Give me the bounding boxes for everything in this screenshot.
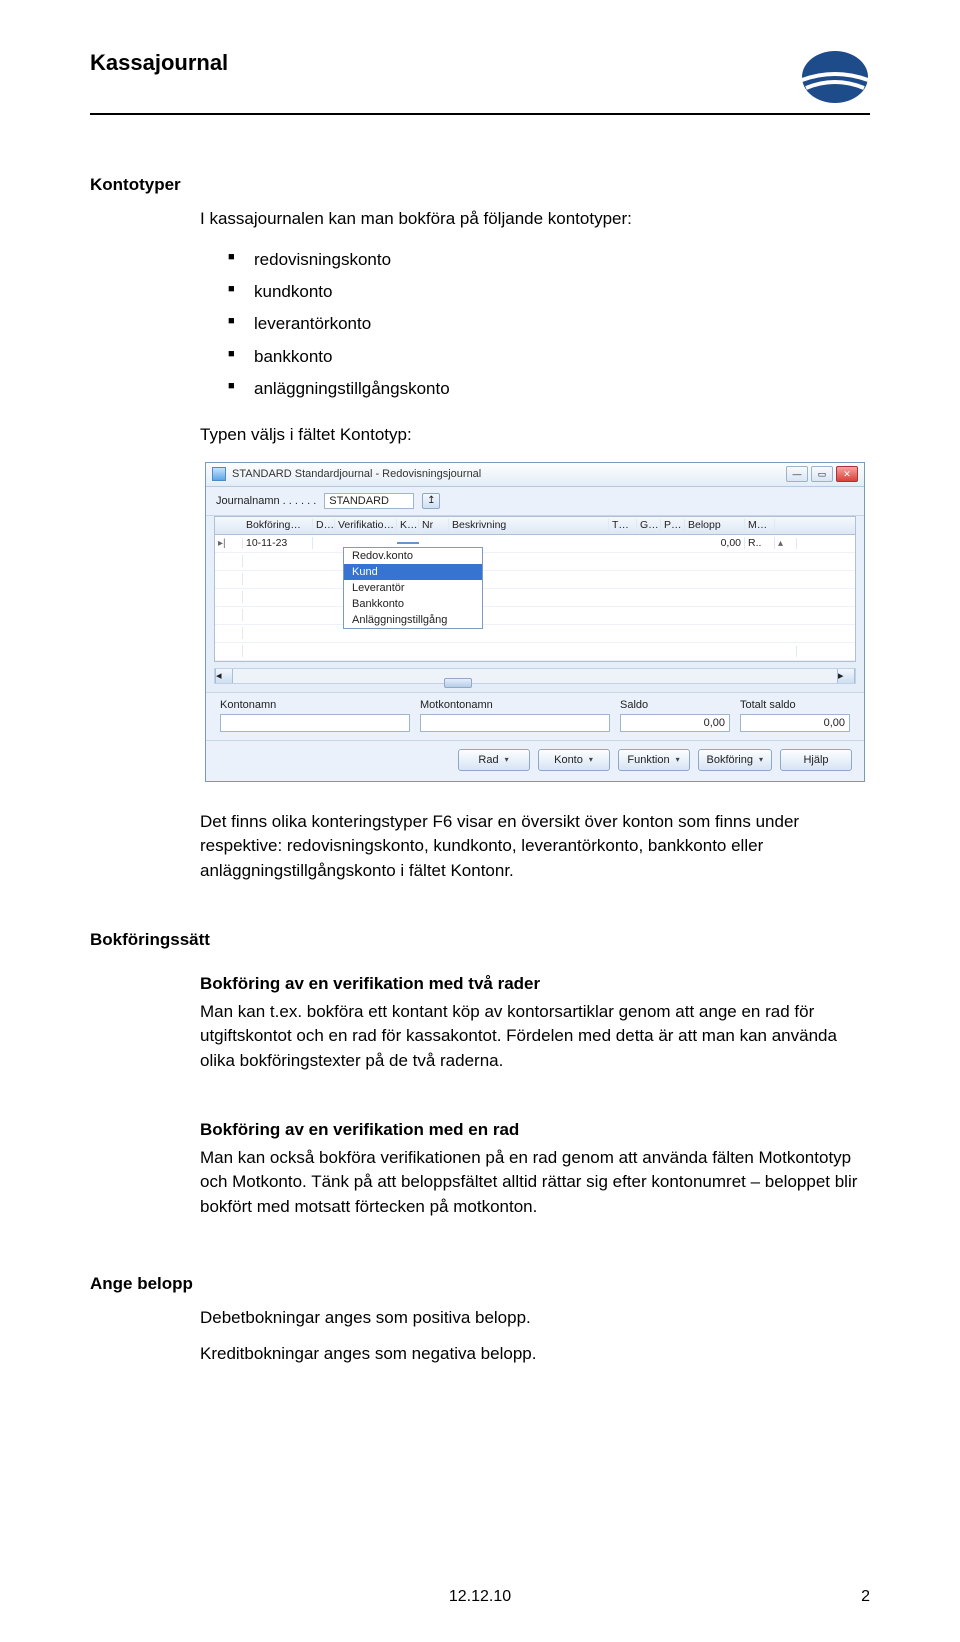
list-item: kundkonto	[228, 276, 870, 308]
journalnamn-input[interactable]: STANDARD	[324, 493, 414, 509]
list-item: bankkonto	[228, 341, 870, 373]
bokforing-button[interactable]: Bokföring▾	[698, 749, 773, 771]
horizontal-scrollbar[interactable]: ◂ ▸	[214, 668, 856, 684]
scroll-up-icon[interactable]: ▴	[775, 538, 797, 549]
app-window: STANDARD Standardjournal - Redovisningsj…	[205, 462, 865, 782]
chevron-down-icon: ▾	[759, 755, 763, 764]
dropdown-option[interactable]: Anläggningstillgång	[344, 612, 482, 628]
cell-date[interactable]: 10-11-23	[243, 537, 313, 549]
scroll-handle[interactable]	[444, 678, 472, 688]
totalt-saldo-value: 0,00	[740, 714, 850, 732]
table-row[interactable]: .	[215, 571, 855, 589]
konto-button[interactable]: Konto▾	[538, 749, 610, 771]
company-logo	[800, 50, 870, 105]
totalt-saldo-label: Totalt saldo	[740, 699, 850, 711]
page-number: 2	[861, 1588, 870, 1606]
funktion-button[interactable]: Funktion▾	[618, 749, 690, 771]
heading-ange-belopp: Ange belopp	[90, 1274, 870, 1294]
intro-text: I kassajournalen kan man bokföra på följ…	[200, 207, 870, 232]
debet-text: Debetbokningar anges som positiva belopp…	[200, 1306, 870, 1331]
list-item: leverantörkonto	[228, 308, 870, 340]
scroll-right-icon[interactable]: ▸	[837, 669, 855, 683]
table-row[interactable]: ▸| 10-11-23 0,00 R.. ▴	[215, 535, 855, 553]
kontotyp-cell[interactable]	[397, 542, 419, 544]
rad-button[interactable]: Rad▾	[458, 749, 530, 771]
after-list-text: Typen väljs i fältet Kontotyp:	[200, 423, 870, 448]
heading-bokforingssatt: Bokföringssätt	[90, 930, 870, 950]
page-header: Kassajournal	[90, 50, 870, 115]
minimize-button[interactable]: —	[786, 466, 808, 482]
two-rows-text: Man kan t.ex. bokföra ett kontant köp av…	[200, 1000, 870, 1074]
window-icon	[212, 467, 226, 481]
one-row-text: Man kan också bokföra verifikationen på …	[200, 1146, 870, 1220]
lookup-button[interactable]: ↥	[422, 493, 440, 509]
grid-header: Bokföring… D… Verifikatio… K… Nr Beskriv…	[215, 517, 855, 535]
motkontonamn-label: Motkontonamn	[420, 699, 610, 711]
row-indicator-icon: ▸|	[215, 538, 243, 549]
dropdown-option[interactable]: Leverantör	[344, 580, 482, 596]
saldo-label: Saldo	[620, 699, 730, 711]
table-row[interactable]: .	[215, 625, 855, 643]
kontonamn-label: Kontonamn	[220, 699, 410, 711]
dropdown-option-selected[interactable]: Kund	[344, 564, 482, 580]
table-row[interactable]: .	[215, 607, 855, 625]
subheading-two-rows: Bokföring av en verifikation med två rad…	[200, 974, 870, 994]
konteringstyper-text: Det finns olika konteringstyper F6 visar…	[200, 810, 870, 884]
subheading-one-row: Bokföring av en verifikation med en rad	[200, 1120, 870, 1140]
kontotyper-list: redovisningskonto kundkonto leverantörko…	[228, 244, 870, 405]
grid: Bokföring… D… Verifikatio… K… Nr Beskriv…	[214, 516, 856, 662]
list-item: redovisningskonto	[228, 244, 870, 276]
heading-kontotyper: Kontotyper	[90, 175, 870, 195]
scroll-left-icon[interactable]: ◂	[215, 669, 233, 683]
saldo-value: 0,00	[620, 714, 730, 732]
kredit-text: Kreditbokningar anges som negativa belop…	[200, 1342, 870, 1367]
journal-row: Journalnamn . . . . . . STANDARD ↥	[206, 487, 864, 516]
window-titlebar: STANDARD Standardjournal - Redovisningsj…	[206, 463, 864, 487]
window-title: STANDARD Standardjournal - Redovisningsj…	[232, 468, 786, 480]
list-item: anläggningstillgångskonto	[228, 373, 870, 405]
close-button[interactable]: ✕	[836, 466, 858, 482]
dropdown-option[interactable]: Bankkonto	[344, 596, 482, 612]
page-title: Kassajournal	[90, 50, 228, 76]
motkontonamn-value	[420, 714, 610, 732]
dropdown-option[interactable]: Redov.konto	[344, 548, 482, 564]
cell-m: R..	[745, 537, 775, 549]
kontonamn-value	[220, 714, 410, 732]
table-row[interactable]: .▾	[215, 643, 855, 661]
table-row[interactable]: .	[215, 589, 855, 607]
summary-fields: Kontonamn Motkontonamn Saldo 0,00 Totalt …	[206, 692, 864, 740]
footer-date: 12.12.10	[449, 1588, 511, 1606]
chevron-down-icon: ▾	[589, 755, 593, 764]
chevron-down-icon: ▾	[676, 755, 680, 764]
button-row: Rad▾ Konto▾ Funktion▾ Bokföring▾ Hjälp	[206, 740, 864, 781]
journalnamn-label: Journalnamn . . . . . .	[216, 495, 316, 507]
table-row[interactable]: .	[215, 553, 855, 571]
page-footer: 12.12.10 2	[0, 1588, 960, 1606]
kontotyp-dropdown[interactable]: Redov.konto Kund Leverantör Bankkonto An…	[343, 547, 483, 629]
cell-belopp: 0,00	[685, 537, 745, 549]
maximize-button[interactable]: ▭	[811, 466, 833, 482]
hjalp-button[interactable]: Hjälp	[780, 749, 852, 771]
chevron-down-icon: ▾	[505, 755, 509, 764]
